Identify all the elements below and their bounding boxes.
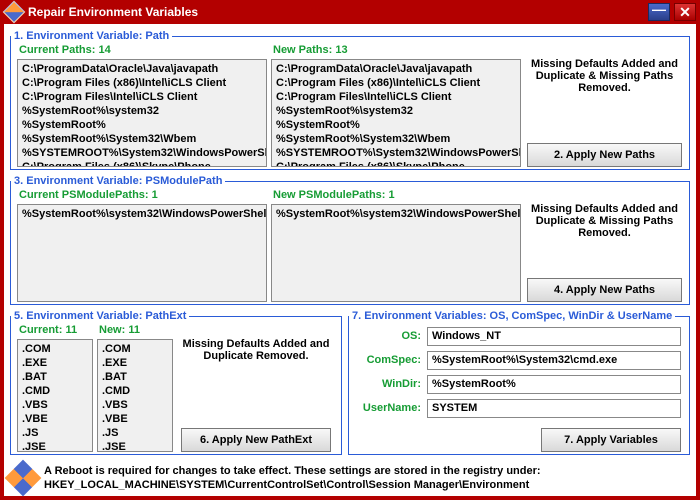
apply-variables-button[interactable]: 7. Apply Variables: [541, 428, 681, 452]
list-item[interactable]: %SystemRoot%\system32\WindowsPowerShell\…: [22, 207, 262, 221]
group-os-vars-legend: 7. Environment Variables: OS, ComSpec, W…: [349, 310, 675, 322]
footer-text: A Reboot is required for changes to take…: [44, 464, 541, 492]
apply-new-paths-button[interactable]: 2. Apply New Paths: [527, 143, 682, 167]
pathext-new-label: New: 11: [99, 324, 140, 336]
list-item[interactable]: .EXE: [102, 356, 168, 370]
window-frame: Repair Environment Variables — ✕ 1. Envi…: [0, 0, 700, 500]
comspec-field[interactable]: %SystemRoot%\System32\cmd.exe: [427, 351, 681, 370]
pathext-current-label: Current: 11: [19, 324, 77, 336]
minimize-button[interactable]: —: [648, 3, 670, 21]
list-item[interactable]: .JSE: [102, 440, 168, 452]
list-item[interactable]: C:\Program Files\Intel\iCLS Client: [22, 90, 262, 104]
list-item[interactable]: %SYSTEMROOT%\System32\WindowsPowerShell\…: [276, 146, 516, 160]
list-item[interactable]: C:\Program Files (x86)\Skype\Phone: [22, 160, 262, 167]
os-label: OS:: [355, 330, 421, 342]
os-field[interactable]: Windows_NT: [427, 327, 681, 346]
list-item[interactable]: %SystemRoot%: [22, 118, 262, 132]
pathext-current-list[interactable]: .COM.EXE.BAT.CMD.VBS.VBE.JS.JSE: [17, 339, 93, 452]
info-icon: [5, 460, 42, 497]
app-icon: [3, 1, 26, 24]
list-item[interactable]: .CMD: [22, 384, 88, 398]
windir-label: WinDir:: [355, 378, 421, 390]
apply-psm-paths-button[interactable]: 4. Apply New Paths: [527, 278, 682, 302]
path-info: Missing Defaults Added and Duplicate & M…: [527, 58, 682, 94]
titlebar[interactable]: Repair Environment Variables — ✕: [0, 0, 700, 24]
list-item[interactable]: %SystemRoot%\System32\Wbem: [22, 132, 262, 146]
list-item[interactable]: %SystemRoot%\system32: [22, 104, 262, 118]
list-item[interactable]: .BAT: [22, 370, 88, 384]
group-path-legend: 1. Environment Variable: Path: [11, 30, 172, 42]
window-title: Repair Environment Variables: [28, 5, 198, 19]
group-psmodulepath-legend: 3. Environment Variable: PSModulePath: [11, 175, 225, 187]
group-pathext: 5. Environment Variable: PathExt Current…: [10, 310, 342, 455]
list-item[interactable]: .JS: [102, 426, 168, 440]
list-item[interactable]: .BAT: [102, 370, 168, 384]
list-item[interactable]: .JSE: [22, 440, 88, 452]
list-item[interactable]: %SystemRoot%\system32: [276, 104, 516, 118]
close-button[interactable]: ✕: [674, 3, 696, 21]
comspec-label: ComSpec:: [355, 354, 421, 366]
list-item[interactable]: .VBS: [22, 398, 88, 412]
list-item[interactable]: C:\Program Files (x86)\Intel\iCLS Client: [22, 76, 262, 90]
path-current-list[interactable]: C:\ProgramData\Oracle\Java\javapathC:\Pr…: [17, 59, 267, 167]
footer: A Reboot is required for changes to take…: [10, 464, 690, 492]
path-current-label: Current Paths: 14: [19, 44, 111, 56]
psm-current-list[interactable]: %SystemRoot%\system32\WindowsPowerShell\…: [17, 204, 267, 302]
list-item[interactable]: .EXE: [22, 356, 88, 370]
list-item[interactable]: %SystemRoot%\System32\Wbem: [276, 132, 516, 146]
list-item[interactable]: C:\Program Files (x86)\Skype\Phone: [276, 160, 516, 167]
client-area: 1. Environment Variable: Path Current Pa…: [4, 24, 696, 496]
pathext-new-list[interactable]: .COM.EXE.BAT.CMD.VBS.VBE.JS.JSE: [97, 339, 173, 452]
username-field[interactable]: SYSTEM: [427, 399, 681, 418]
pathext-info: Missing Defaults Added and Duplicate Rem…: [181, 338, 331, 362]
psm-new-list[interactable]: %SystemRoot%\system32\WindowsPowerShell\…: [271, 204, 521, 302]
windir-field[interactable]: %SystemRoot%: [427, 375, 681, 394]
group-pathext-legend: 5. Environment Variable: PathExt: [11, 310, 189, 322]
group-psmodulepath: 3. Environment Variable: PSModulePath Cu…: [10, 175, 690, 305]
list-item[interactable]: %SystemRoot%: [276, 118, 516, 132]
apply-pathext-button[interactable]: 6. Apply New PathExt: [181, 428, 331, 452]
list-item[interactable]: C:\ProgramData\Oracle\Java\javapath: [22, 62, 262, 76]
psm-info: Missing Defaults Added and Duplicate & M…: [527, 203, 682, 239]
list-item[interactable]: C:\Program Files\Intel\iCLS Client: [276, 90, 516, 104]
list-item[interactable]: .VBE: [22, 412, 88, 426]
list-item[interactable]: .VBE: [102, 412, 168, 426]
list-item[interactable]: .CMD: [102, 384, 168, 398]
group-path: 1. Environment Variable: Path Current Pa…: [10, 30, 690, 170]
list-item[interactable]: %SYSTEMROOT%\System32\WindowsPowerShell\…: [22, 146, 262, 160]
group-os-vars: 7. Environment Variables: OS, ComSpec, W…: [348, 310, 690, 455]
list-item[interactable]: .VBS: [102, 398, 168, 412]
list-item[interactable]: .COM: [102, 342, 168, 356]
list-item[interactable]: %SystemRoot%\system32\WindowsPowerShell\…: [276, 207, 516, 221]
list-item[interactable]: C:\Program Files (x86)\Intel\iCLS Client: [276, 76, 516, 90]
list-item[interactable]: .COM: [22, 342, 88, 356]
psm-new-label: New PSModulePaths: 1: [273, 189, 395, 201]
list-item[interactable]: .JS: [22, 426, 88, 440]
path-new-label: New Paths: 13: [273, 44, 348, 56]
path-new-list[interactable]: C:\ProgramData\Oracle\Java\javapathC:\Pr…: [271, 59, 521, 167]
username-label: UserName:: [355, 402, 421, 414]
psm-current-label: Current PSModulePaths: 1: [19, 189, 158, 201]
list-item[interactable]: C:\ProgramData\Oracle\Java\javapath: [276, 62, 516, 76]
